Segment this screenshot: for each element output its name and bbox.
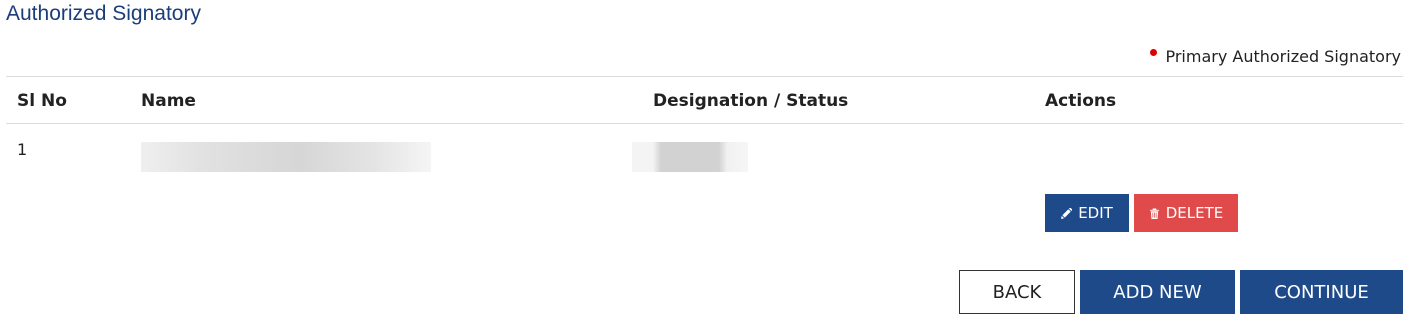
column-header-sl-no: Sl No bbox=[17, 91, 67, 111]
trash-icon bbox=[1149, 207, 1159, 219]
continue-button[interactable]: CONTINUE bbox=[1240, 270, 1403, 314]
section-title: Authorized Signatory bbox=[6, 2, 201, 25]
edit-button[interactable]: EDIT bbox=[1045, 194, 1129, 232]
column-header-name: Name bbox=[141, 91, 196, 111]
cell-name-redacted bbox=[141, 142, 431, 172]
delete-label: DELETE bbox=[1165, 204, 1224, 222]
edit-label: EDIT bbox=[1078, 204, 1113, 222]
cell-designation-status-redacted bbox=[632, 142, 748, 172]
legend-label: Primary Authorized Signatory bbox=[1165, 47, 1401, 66]
add-new-button[interactable]: ADD NEW bbox=[1080, 270, 1235, 314]
pencil-icon bbox=[1061, 207, 1073, 219]
table-header-row: Sl No Name Designation / Status Actions bbox=[6, 76, 1403, 124]
table-row: 1 EDIT DELETE bbox=[6, 124, 1403, 232]
back-button[interactable]: BACK bbox=[959, 270, 1075, 314]
column-header-designation-status: Designation / Status bbox=[653, 91, 849, 111]
primary-signatory-dot-icon bbox=[1150, 49, 1158, 56]
signatory-table: Sl No Name Designation / Status Actions … bbox=[6, 76, 1403, 232]
delete-button[interactable]: DELETE bbox=[1134, 194, 1238, 232]
legend: Primary Authorized Signatory bbox=[1150, 47, 1401, 66]
cell-sl-no: 1 bbox=[17, 140, 28, 159]
column-header-actions: Actions bbox=[1045, 91, 1117, 111]
